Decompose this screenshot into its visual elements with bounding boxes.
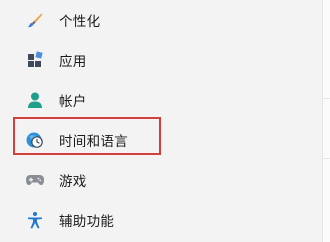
nav-item-apps[interactable]: 应用: [0, 41, 300, 79]
account-icon: [25, 90, 45, 110]
brush-icon: [25, 10, 45, 30]
content-pane-edge: [322, 0, 330, 242]
nav-label-apps: 应用: [59, 54, 87, 70]
nav-item-gaming[interactable]: 游戏: [0, 161, 300, 199]
nav-item-accounts[interactable]: 帐户: [0, 81, 300, 119]
content-divider: [323, 158, 330, 159]
accessibility-icon: [25, 210, 45, 230]
nav-label-personalization: 个性化: [59, 14, 101, 30]
clock-globe-icon: [25, 130, 45, 150]
content-divider: [323, 98, 330, 99]
gamepad-icon: [25, 170, 45, 190]
nav-item-accessibility[interactable]: 辅助功能: [0, 201, 300, 239]
settings-nav: 个性化 应用 帐户 时间和语言 游戏 辅助功能: [0, 0, 320, 242]
nav-item-personalization[interactable]: 个性化: [0, 1, 300, 39]
nav-item-time-language[interactable]: 时间和语言: [0, 121, 300, 159]
apps-icon: [25, 50, 45, 70]
nav-label-time-language: 时间和语言: [59, 134, 128, 150]
nav-label-gaming: 游戏: [59, 174, 87, 190]
nav-label-accessibility: 辅助功能: [59, 214, 115, 230]
nav-label-accounts: 帐户: [59, 94, 87, 110]
